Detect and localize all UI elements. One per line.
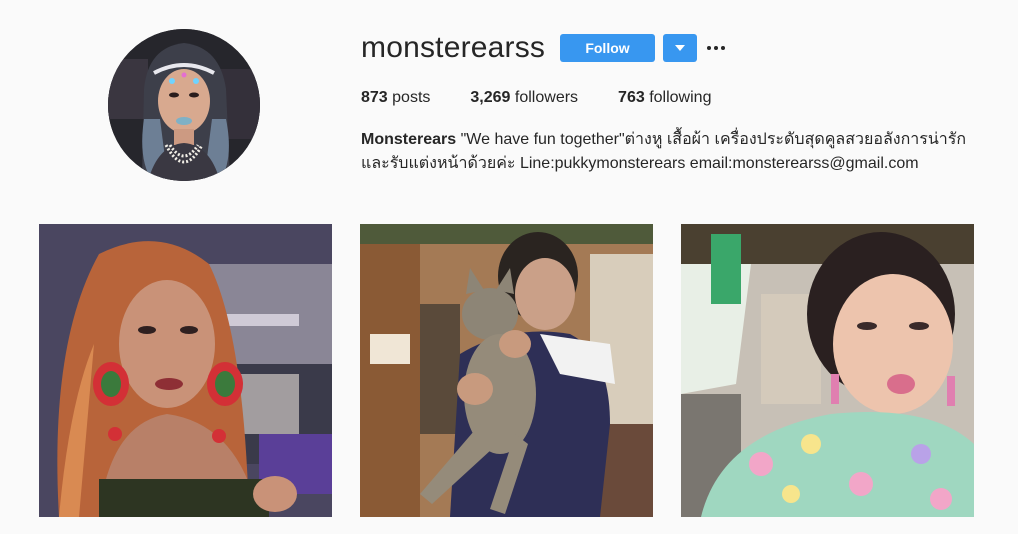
bio-line-1: Monsterears "We have fun together"ต่างหู…: [361, 128, 1001, 152]
posts-count: 873: [361, 89, 388, 106]
following-label: following: [649, 89, 712, 106]
profile-stats: 873 posts 3,269 followers 763 following: [361, 88, 751, 108]
post-thumbnail-2[interactable]: [360, 224, 653, 517]
profile-username: monsterearss: [361, 31, 546, 64]
post-image-1: [39, 224, 332, 517]
bio-text-line-1: "We have fun together"ต่างหู เสื้อผ้า เค…: [456, 131, 967, 148]
post-image-2: [360, 224, 653, 517]
bio-name: Monsterears: [361, 131, 457, 148]
posts-stat: 873 posts: [361, 88, 430, 108]
posts-label: posts: [392, 89, 431, 106]
avatar-image: [108, 29, 260, 181]
post-thumbnail-3[interactable]: [681, 224, 974, 517]
bio-text-line-2: และรับแต่งหน้าด้วยค่ะ Line:pukkymonstere…: [361, 155, 919, 172]
profile-page: monsterearss Follow 873 posts 3,269 foll…: [0, 0, 1018, 534]
follow-button[interactable]: Follow: [560, 34, 655, 62]
more-options-icon: [707, 46, 725, 50]
post-thumbnail-1[interactable]: [39, 224, 332, 517]
chevron-down-icon: [675, 45, 685, 51]
suggested-dropdown-button[interactable]: [663, 34, 697, 62]
followers-label: followers: [514, 89, 579, 106]
followers-link[interactable]: 3,269 followers: [470, 88, 578, 108]
profile-bio: Monsterears "We have fun together"ต่างหู…: [361, 128, 1001, 176]
followers-count: 3,269: [470, 89, 511, 106]
profile-avatar[interactable]: [108, 29, 260, 181]
following-count: 763: [618, 89, 645, 106]
following-link[interactable]: 763 following: [618, 88, 711, 108]
more-options-button[interactable]: [705, 34, 727, 62]
post-image-3: [681, 224, 974, 517]
